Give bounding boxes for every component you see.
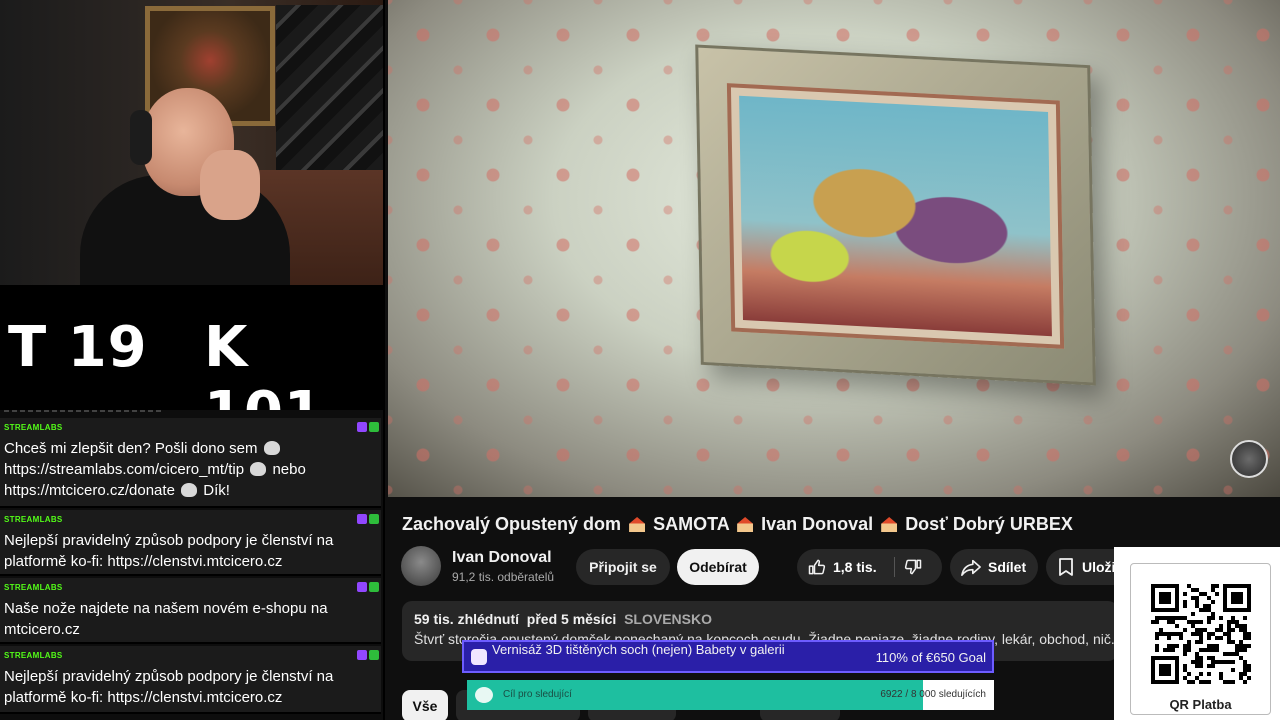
share-label: Sdílet [988,559,1027,575]
streamer-panel: T 19 K 101 STREAMLABS Chceš mi zlepšit d… [0,0,385,720]
badge-icon [369,650,379,660]
chip-all[interactable]: Vše [402,690,448,720]
follower-goal-label: Cíl pro sledující [503,689,572,700]
thumbs-up-icon [808,559,826,575]
donation-goal-widget: Vernisáž 3D tištěných soch (nejen) Babet… [462,640,994,673]
chat-text: Nejlepší pravidelný způsob podpory je čl… [4,532,334,570]
follower-heart-icon [475,687,493,703]
qr-card: QR Platba [1130,563,1271,715]
chat-badges [357,422,379,432]
badge-icon [357,582,367,592]
chat-badges [357,514,379,524]
like-count: 1,8 tis. [833,559,877,575]
house-icon [881,517,898,532]
badge-icon [357,650,367,660]
follower-goal-widget: Cíl pro sledující 6922 / 8 000 sledující… [467,680,994,710]
chat-cut-previous-line [4,410,164,412]
hashtag-link[interactable]: SLOVENSKO [624,611,712,627]
like-dislike-group: 1,8 tis. [797,549,942,585]
join-button[interactable]: Připojit se [576,549,670,585]
counter-t: T 19 [8,315,148,380]
qr-payment-widget: QR Platba [1114,547,1280,720]
skull-emote-icon [263,441,280,455]
frame-mat [726,83,1065,349]
chat-author: STREAMLABS [4,515,63,524]
skull-emote-icon [250,462,267,476]
chat-text: Chceš mi zlepšit den? Pošli dono sem htt… [4,438,375,501]
like-button[interactable]: 1,8 tis. [807,549,877,585]
cross-stitch-still-life [739,95,1052,337]
channel-avatar[interactable] [401,546,441,586]
badge-icon [369,582,379,592]
goal-title: Vernisáž 3D tištěných soch (nejen) Babet… [492,642,785,657]
chat-author: STREAMLABS [4,583,63,592]
chat-badges [357,582,379,592]
chat-author: STREAMLABS [4,651,63,660]
skull-emote-icon [181,483,198,497]
goal-icon [471,649,487,665]
score-counter: T 19 K 101 [0,285,383,445]
chat-message: STREAMLABS Nejlepší pravidelný způsob po… [0,510,381,576]
title-part: Dosť Dobrý URBEX [905,514,1073,534]
channel-name[interactable]: Ivan Donoval [452,549,552,567]
video-meta: 59 tis. zhlédnutí před 5 měsíci SLOVENSK… [414,611,712,627]
chat-message: STREAMLABS Naše nože najdete na našem no… [0,578,381,644]
badge-icon [357,422,367,432]
badge-icon [369,422,379,432]
video-title: Zachovalý Opustený dom SAMOTA Ivan Donov… [402,514,1073,535]
video-player[interactable] [388,0,1280,497]
badge-icon [357,514,367,524]
dislike-button[interactable] [903,549,923,585]
streamer-hand [200,150,260,220]
house-icon [629,517,646,532]
subscriber-count: 91,2 tis. odběratelů [452,570,555,584]
upload-age: před 5 měsíci [526,611,617,627]
chat-text-part: Dík! [203,482,230,499]
chat-link[interactable]: https://mtcicero.cz/donate [4,482,175,499]
like-divider [894,557,895,577]
thumbs-down-icon [904,559,922,575]
chat-message: STREAMLABS Nejlepší pravidelný způsob po… [0,646,381,714]
bookmark-icon [1059,558,1073,576]
chat-text-part: Chceš mi zlepšit den? Pošli dono sem [4,440,258,457]
headphones [130,110,152,165]
title-part: Zachovalý Opustený dom [402,514,622,534]
chat-message: STREAMLABS Chceš mi zlepšit den? Pošli d… [0,418,381,508]
webcam-feed [0,0,383,285]
share-icon [961,559,981,576]
goal-progress: 110% of €650 Goal [875,650,986,665]
house-icon [737,517,754,532]
channel-watermark-icon[interactable] [1230,440,1268,478]
chat-text-part: nebo [272,461,306,478]
chat-author: STREAMLABS [4,423,63,432]
qr-code-icon [1151,584,1251,684]
chat-text: Naše nože najdete na našem novém e-shopu… [4,600,328,638]
title-part: SAMOTA [653,514,730,534]
qr-label: QR Platba [1169,697,1232,712]
video-picture-frame [695,44,1096,386]
follower-goal-count: 6922 / 8 000 sledujících [880,689,986,700]
stream-screen: T 19 K 101 STREAMLABS Chceš mi zlepšit d… [0,0,1280,720]
share-button[interactable]: Sdílet [950,549,1038,585]
chat-text: Nejlepší pravidelný způsob podpory je čl… [4,668,334,706]
chat-panel[interactable]: STREAMLABS Chceš mi zlepšit den? Pošli d… [0,410,383,720]
title-part: Ivan Donoval [761,514,874,534]
chat-badges [357,650,379,660]
badge-icon [369,514,379,524]
view-count: 59 tis. zhlédnutí [414,611,520,627]
chat-link[interactable]: https://streamlabs.com/cicero_mt/tip [4,461,244,478]
acoustic-foam [276,5,383,175]
subscribe-button[interactable]: Odebírat [677,549,759,585]
